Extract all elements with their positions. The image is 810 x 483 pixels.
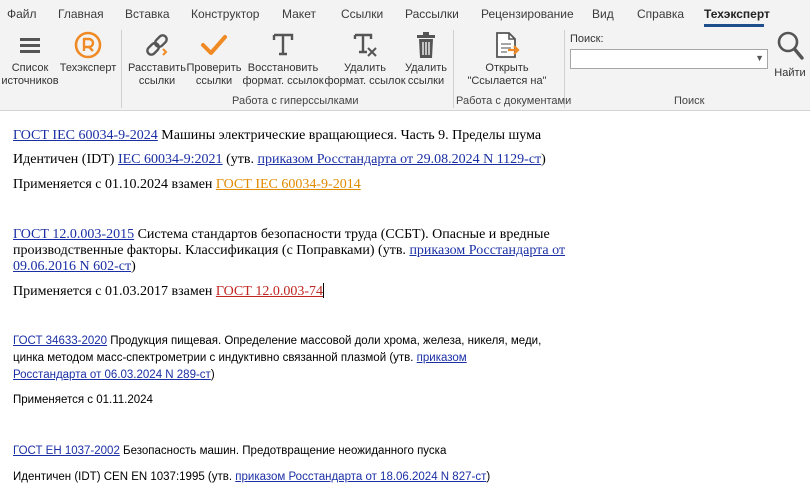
group-label-search: Поиск [674,95,705,107]
document-area[interactable]: ГОСТ IEC 60034-9-2024 Машины электрическ… [0,112,810,483]
standard-title: ) [131,259,136,274]
ribbon-tabs-bar: Файл Главная Вставка Конструктор Макет С… [0,0,810,27]
standard-title: ) [210,369,215,381]
group-label-documents: Работа с документами [456,95,572,107]
replaced-standard-link[interactable]: ГОСТ IEC 60034-9-2014 [216,177,361,192]
delete-links-label: Удалить ссылки [405,62,447,87]
text-format-icon [268,29,298,61]
ident-text: Идентичен (IDT) [13,152,118,167]
techexpert-button[interactable]: Техэксперт [58,27,118,97]
open-referenced-label: Открыть "Ссылается на" [467,62,547,87]
doc-paragraph: Применяется с 01.11.2024 [13,392,573,409]
list-icon [15,29,45,61]
magnifier-icon [776,30,804,65]
text-cursor [322,283,324,298]
standard-link[interactable]: ГОСТ 12.0.003-2015 [13,227,134,242]
order-link[interactable]: приказом Росстандарта от [409,243,565,258]
standard-title: Машины электрические вращающиеся. Часть … [157,128,542,143]
ident-text: ) [486,471,491,483]
doc-paragraph: Применяется с 01.10.2024 взамен ГОСТ IEC… [13,177,573,193]
ribbon-separator [121,30,122,108]
tab-view[interactable]: Вид [592,7,614,21]
tab-mailings[interactable]: Рассылки [405,7,459,21]
replaced-standard-link[interactable]: ГОСТ 12.0.003-74 [216,284,323,299]
place-links-label: Расставить ссылки [128,62,186,87]
place-links-button[interactable]: Расставить ссылки [124,27,190,97]
open-document-icon [492,29,522,61]
doc-paragraph: ГОСТ 34633-2020 Продукция пищевая. Опред… [13,333,558,384]
sources-list-button[interactable]: Список источников [1,27,59,97]
applies-text: Применяется с 01.10.2024 взамен [13,177,216,192]
restore-link-format-button[interactable]: Восстановить формат. ссылок [240,27,326,97]
standard-link[interactable]: ГОСТ IEC 60034-9-2024 [13,128,158,143]
standard-title: Безопасность машин. Предотвращение неожи… [119,445,447,457]
tab-file[interactable]: Файл [7,7,37,21]
find-label: Найти [774,67,806,79]
order-link[interactable]: приказом Росстандарта от 18.06.2024 N 82… [235,471,486,483]
check-links-button[interactable]: Проверить ссылки [186,27,242,97]
search-combobox[interactable]: ▼ [570,49,768,69]
open-referenced-button[interactable]: Открыть "Ссылается на" [464,27,550,97]
tab-design[interactable]: Конструктор [191,7,259,21]
doc-paragraph: ГОСТ EH 1037-2002 Безопасность машин. Пр… [13,443,573,460]
delete-links-button[interactable]: Удалить ссылки [402,27,450,97]
trash-icon [411,29,441,61]
tab-references[interactable]: Ссылки [341,7,383,21]
sources-list-label: Список источников [1,62,59,87]
delete-link-format-button[interactable]: Удалить формат. ссылок [324,27,406,97]
find-button[interactable]: Найти [770,27,810,93]
standard-link[interactable]: ГОСТ 34633-2020 [13,335,107,347]
techexpert-logo-icon [73,29,103,61]
doc-paragraph: ГОСТ IEC 60034-9-2024 Машины электрическ… [13,128,573,144]
delete-link-format-label: Удалить формат. ссылок [324,62,406,87]
ident-text: Идентичен (IDT) CEN EN 1037:1995 (утв. [13,471,236,483]
order-link[interactable]: приказом Росстандарта от 29.08.2024 N 11… [257,152,541,167]
doc-paragraph: ГОСТ 12.0.003-2015 Система стандартов бе… [13,227,565,275]
tab-layout[interactable]: Макет [282,7,316,21]
chevron-down-icon[interactable]: ▼ [755,53,764,63]
standard-title: производственные факторы. Классификация … [13,243,410,258]
order-link[interactable]: Росстандарта от 06.03.2024 N 289-ст [13,369,211,381]
standard-link[interactable]: ГОСТ EH 1037-2002 [13,445,120,457]
standard-title: Система стандартов безопасности труда (С… [134,227,550,242]
checkmark-icon [199,29,229,61]
applies-text: Применяется с 01.11.2024 [13,394,153,406]
doc-paragraph: Идентичен (IDT) CEN EN 1037:1995 (утв. п… [13,469,573,483]
clear-format-icon [350,29,380,61]
techexpert-label: Техэксперт [59,62,117,74]
ident-text: ) [541,152,546,167]
standard-title: Продукция пищевая. Определение массовой … [107,335,542,347]
tab-help[interactable]: Справка [637,7,684,21]
order-link[interactable]: приказом [417,352,467,364]
check-links-label: Проверить ссылки [186,62,242,87]
ident-text: (утв. [222,152,258,167]
doc-paragraph: Применяется с 01.03.2017 взамен ГОСТ 12.… [13,283,573,300]
doc-paragraph: Идентичен (IDT) IEC 60034-9:2021 (утв. п… [13,152,573,168]
standard-title: цинка методом масс-спектрометрии с индук… [13,352,417,364]
tab-insert[interactable]: Вставка [125,7,170,21]
order-link[interactable]: 09.06.2016 N 602-ст [13,259,131,274]
ident-standard-link[interactable]: IEC 60034-9:2021 [118,152,223,167]
ribbon-separator [453,30,454,108]
tab-home[interactable]: Главная [58,7,104,21]
group-label-hyperlinks: Работа с гиперссылками [232,95,359,107]
search-label: Поиск: [570,33,604,45]
link-chain-icon [142,29,172,61]
ribbon: Список источников Техэксперт Расставить … [0,27,810,111]
tab-review[interactable]: Рецензирование [481,7,574,21]
restore-link-format-label: Восстановить формат. ссылок [242,62,324,87]
applies-text: Применяется с 01.03.2017 взамен [13,284,216,299]
tab-techexpert[interactable]: Техэксперт [704,7,770,21]
